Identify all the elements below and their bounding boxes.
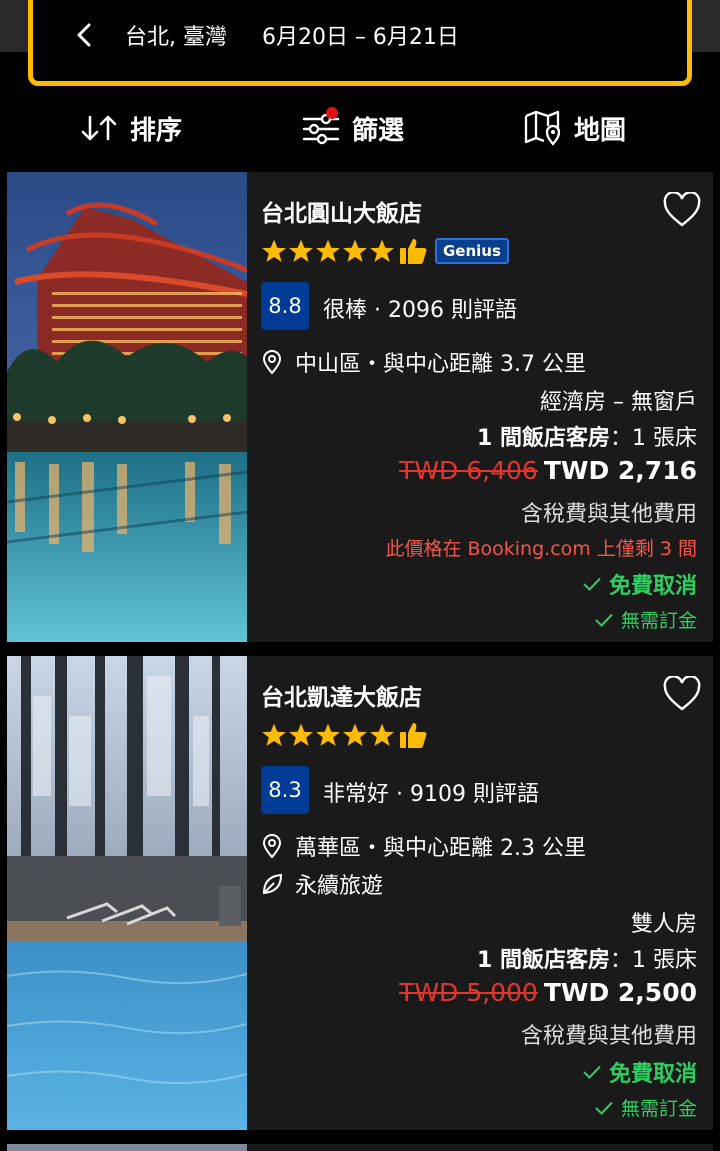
hotel-photo[interactable] [7, 656, 247, 1130]
map-button[interactable]: 地圖 [524, 86, 626, 170]
back-arrow-icon[interactable] [73, 23, 97, 47]
thumbs-up-icon [400, 239, 427, 264]
sort-label: 排序 [130, 115, 183, 146]
star-rating [261, 720, 428, 750]
hotel-photo[interactable] [7, 172, 247, 642]
scarcity-message: 此價格在 Booking.com 上僅剩 3 間 [385, 538, 697, 560]
free-cancellation-label: 免費取消 [608, 574, 697, 599]
star-icon [262, 239, 286, 262]
original-price: TWD 5,000 [399, 978, 538, 1007]
hotel-photo-partial [7, 1144, 247, 1151]
no-prepayment: 無需訂金 [595, 1094, 697, 1121]
thumbs-up-icon [400, 723, 427, 748]
hotel-card[interactable]: 台北凱達大飯店 8.3 非常好 · 9109 則評語 萬華區・與中心距離 2.3… [7, 656, 713, 1130]
sustainability-label: 永續旅遊 [295, 874, 384, 899]
no-prepayment-label: 無需訂金 [620, 610, 697, 632]
search-summary-text: 台北, 臺灣 6月20日 – 6月21日 [125, 25, 459, 50]
room-count-beds: ：1 張床 [610, 948, 697, 973]
room-type: 雙人房 [630, 912, 697, 937]
star-icon [343, 239, 367, 262]
hotel-info: 台北凱達大飯店 8.3 非常好 · 9109 則評語 萬華區・與中心距離 2.3… [261, 656, 701, 1130]
location-pin-icon [262, 350, 282, 374]
review-score-badge: 8.8 [261, 282, 309, 330]
location-pin-icon [262, 834, 282, 858]
check-icon [595, 613, 613, 627]
map-label: 地圖 [574, 115, 627, 146]
leaf-icon [262, 873, 283, 895]
no-prepayment: 無需訂金 [595, 606, 697, 633]
price-line: TWD 5,000 TWD 2,500 [399, 978, 697, 1007]
genius-badge: Genius [435, 238, 509, 264]
results-toolbar: 排序 篩選 地圖 [0, 86, 720, 170]
current-price: TWD 2,716 [543, 456, 697, 485]
hotel-card-partial[interactable] [7, 1144, 713, 1151]
map-icon [524, 110, 561, 146]
star-icon [289, 723, 313, 746]
room-count-bold: 1 間飯店客房 [477, 948, 610, 973]
star-icon [289, 239, 313, 262]
location-text: 中山區・與中心距離 3.7 公里 [295, 352, 586, 377]
no-prepayment-label: 無需訂金 [620, 1098, 697, 1120]
free-cancellation: 免費取消 [583, 1056, 697, 1088]
hotel-name[interactable]: 台北圓山大飯店 [261, 194, 422, 228]
review-summary: 非常好 · 9109 則評語 [323, 782, 539, 807]
star-icon [370, 723, 394, 746]
star-icon [262, 723, 286, 746]
sort-button[interactable]: 排序 [80, 86, 182, 170]
original-price: TWD 6,406 [399, 456, 538, 485]
review-summary: 很棒 · 2096 則評語 [323, 298, 517, 323]
filter-label: 篩選 [352, 115, 405, 146]
heart-icon[interactable] [663, 192, 701, 228]
sort-icon [81, 115, 117, 141]
hotel-name[interactable]: 台北凱達大飯店 [261, 678, 422, 712]
sustainability-line: 永續旅遊 [261, 868, 383, 900]
price-line: TWD 6,406 TWD 2,716 [399, 456, 697, 485]
current-price: TWD 2,500 [543, 978, 697, 1007]
star-icon [316, 239, 340, 262]
location-line: 萬華區・與中心距離 2.3 公里 [261, 830, 586, 862]
room-type: 經濟房 – 無窗戶 [540, 390, 697, 415]
filter-button[interactable]: 篩選 [302, 86, 404, 170]
free-cancellation: 免費取消 [583, 568, 697, 600]
heart-icon[interactable] [663, 676, 701, 712]
star-rating: Genius [261, 236, 509, 266]
location-text: 萬華區・與中心距離 2.3 公里 [295, 836, 586, 861]
check-icon [583, 577, 601, 591]
star-icon [343, 723, 367, 746]
hotel-info: 台北圓山大飯店 Genius 8.8 很棒 · 2096 則評語 中山區・與中心… [261, 172, 701, 642]
room-count-bold: 1 間飯店客房 [477, 426, 610, 451]
check-icon [595, 1101, 613, 1115]
check-icon [583, 1065, 601, 1079]
taxes-note: 含稅費與其他費用 [520, 502, 697, 527]
star-icon [316, 723, 340, 746]
free-cancellation-label: 免費取消 [608, 1062, 697, 1087]
location-line: 中山區・與中心距離 3.7 公里 [261, 346, 586, 378]
filter-active-dot [326, 107, 338, 119]
room-count: 1 間飯店客房：1 張床 [477, 420, 697, 452]
review-score-badge: 8.3 [261, 766, 309, 814]
filter-icon [302, 107, 340, 145]
star-icon [370, 239, 394, 262]
search-summary-box[interactable]: 台北, 臺灣 6月20日 – 6月21日 [28, 0, 692, 86]
hotel-card[interactable]: 台北圓山大飯店 Genius 8.8 很棒 · 2096 則評語 中山區・與中心… [7, 172, 713, 642]
room-count: 1 間飯店客房：1 張床 [477, 942, 697, 974]
taxes-note: 含稅費與其他費用 [520, 1024, 697, 1049]
room-count-beds: ：1 張床 [610, 426, 697, 451]
